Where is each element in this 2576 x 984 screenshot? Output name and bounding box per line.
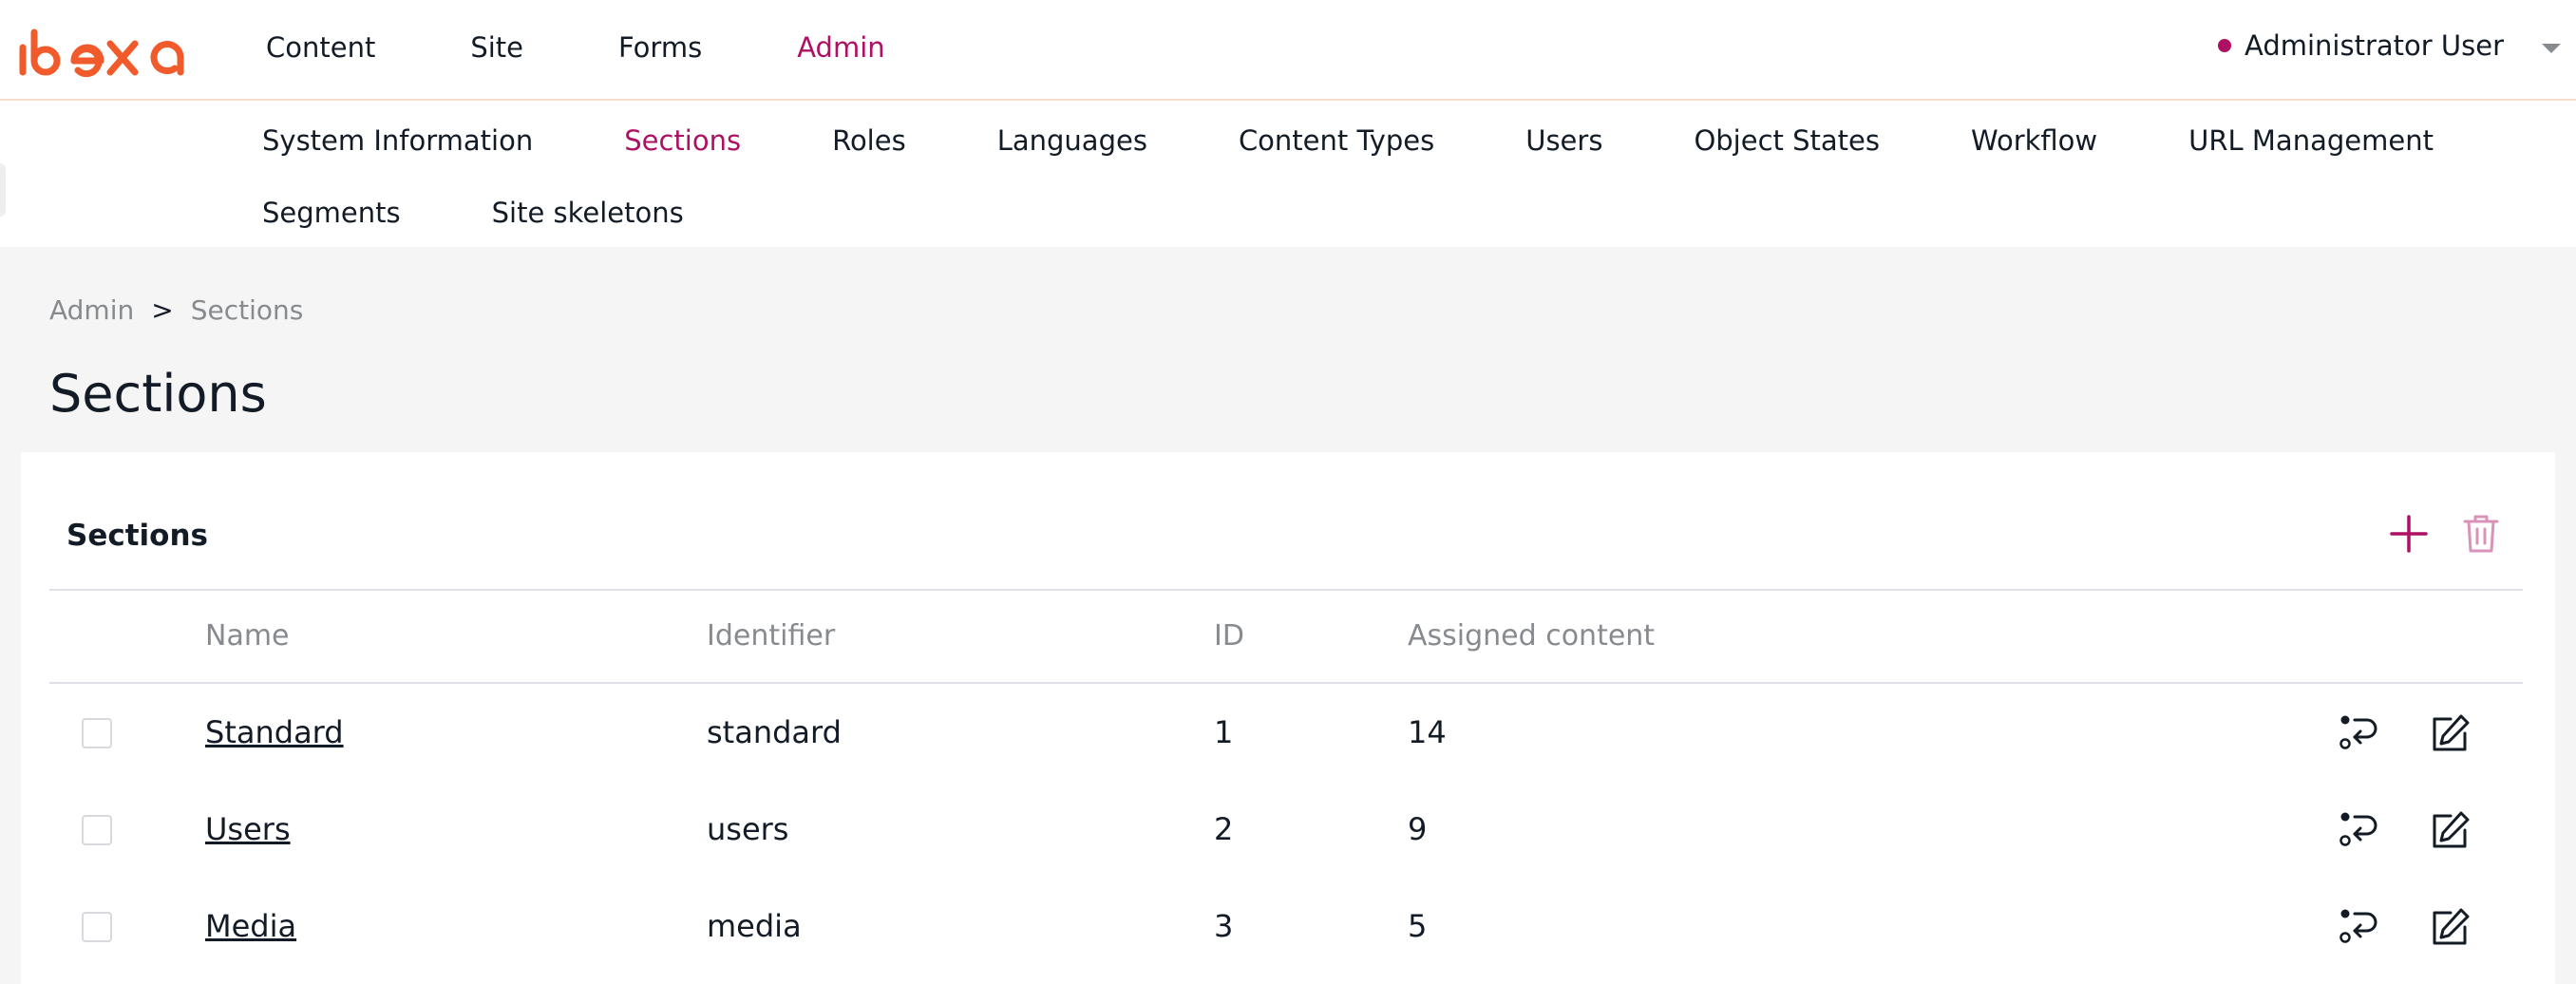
assign-content-icon <box>2339 715 2377 749</box>
status-dot-icon <box>2217 39 2231 52</box>
row-checkbox[interactable] <box>82 912 112 942</box>
sub-nav-sections[interactable]: Sections <box>624 124 741 157</box>
panel-actions <box>2384 509 2506 558</box>
edit-icon <box>2433 714 2470 751</box>
assign-content-button[interactable] <box>2333 900 2386 954</box>
create-section-button[interactable] <box>2384 509 2434 558</box>
sub-nav-site-skeletons[interactable]: Site skeletons <box>492 197 684 229</box>
sub-nav-workflow[interactable]: Workflow <box>1971 124 2097 157</box>
section-assigned-content: 9 <box>1408 811 1428 847</box>
sub-nav-users[interactable]: Users <box>1525 124 1602 157</box>
section-assigned-content: 14 <box>1408 714 1447 750</box>
plus-icon <box>2390 515 2428 553</box>
breadcrumb-admin[interactable]: Admin <box>49 294 134 326</box>
delete-sections-button[interactable] <box>2456 509 2506 558</box>
breadcrumb-separator: > <box>151 294 174 326</box>
column-header-name[interactable]: Name <box>205 619 290 653</box>
section-id: 1 <box>1214 714 1234 750</box>
section-identifier: users <box>707 811 789 847</box>
sections-panel: Sections Name Identifier ID Assigned con… <box>21 452 2555 984</box>
section-assigned-content: 5 <box>1408 908 1428 944</box>
sub-nav-segments[interactable]: Segments <box>262 197 401 229</box>
assign-content-icon <box>2339 812 2377 846</box>
main-nav: Content Site Forms Admin <box>266 0 980 95</box>
section-identifier: media <box>707 908 802 944</box>
main-nav-site[interactable]: Site <box>470 31 523 64</box>
sub-nav-row: System Information Sections Roles Langua… <box>262 122 2525 160</box>
main-nav-forms[interactable]: Forms <box>618 31 702 64</box>
row-checkbox[interactable] <box>82 718 112 748</box>
row-actions <box>2295 707 2477 760</box>
edit-button[interactable] <box>2424 804 2477 857</box>
panel-header: Sections <box>49 452 2523 591</box>
edit-icon <box>2433 811 2470 848</box>
sub-nav-system-information[interactable]: System Information <box>262 124 533 157</box>
section-name-link[interactable]: Users <box>205 811 291 847</box>
sub-nav-roles[interactable]: Roles <box>832 124 906 157</box>
sub-nav-languages[interactable]: Languages <box>997 124 1147 157</box>
assign-content-icon <box>2339 909 2377 943</box>
main-nav-admin[interactable]: Admin <box>797 31 884 64</box>
row-actions <box>2295 900 2477 954</box>
trash-icon <box>2463 515 2499 553</box>
sub-nav-object-states[interactable]: Object States <box>1694 124 1880 157</box>
table-row: Users users 2 9 <box>49 783 2523 880</box>
caret-down-icon[interactable] <box>2542 44 2561 53</box>
side-panel-toggle[interactable] <box>0 163 6 217</box>
edit-button[interactable] <box>2424 900 2477 954</box>
ibexa-logo[interactable] <box>17 27 190 80</box>
section-identifier: standard <box>707 714 842 750</box>
admin-sub-nav: System Information Sections Roles Langua… <box>0 101 2576 247</box>
column-header-identifier[interactable]: Identifier <box>707 619 835 653</box>
user-name: Administrator User <box>2244 29 2504 62</box>
column-header-assigned-content[interactable]: Assigned content <box>1408 619 1655 653</box>
page-title: Sections <box>49 364 267 424</box>
column-header-id[interactable]: ID <box>1214 619 1244 653</box>
edit-icon <box>2433 908 2470 945</box>
assign-content-button[interactable] <box>2333 804 2386 857</box>
section-id: 2 <box>1214 811 1234 847</box>
table-row: Standard standard 1 14 <box>49 686 2523 783</box>
user-menu[interactable]: Administrator User <box>2217 0 2561 91</box>
assign-content-button[interactable] <box>2333 707 2386 760</box>
sub-nav-url-management[interactable]: URL Management <box>2188 124 2434 157</box>
sub-nav-content-types[interactable]: Content Types <box>1239 124 1434 157</box>
table-header: Name Identifier ID Assigned content <box>49 591 2523 684</box>
panel-title: Sections <box>66 519 208 553</box>
row-checkbox[interactable] <box>82 815 112 845</box>
main-nav-content[interactable]: Content <box>266 31 375 64</box>
row-actions <box>2295 804 2477 857</box>
sub-nav-row: Segments Site skeletons <box>262 194 775 232</box>
section-id: 3 <box>1214 908 1234 944</box>
table-row: Media media 3 5 <box>49 880 2523 976</box>
edit-button[interactable] <box>2424 707 2477 760</box>
section-name-link[interactable]: Media <box>205 908 296 944</box>
top-bar: Content Site Forms Admin Administrator U… <box>0 0 2576 101</box>
breadcrumb-current: Sections <box>190 294 304 326</box>
section-name-link[interactable]: Standard <box>205 714 344 750</box>
breadcrumb: Admin > Sections <box>49 294 303 326</box>
